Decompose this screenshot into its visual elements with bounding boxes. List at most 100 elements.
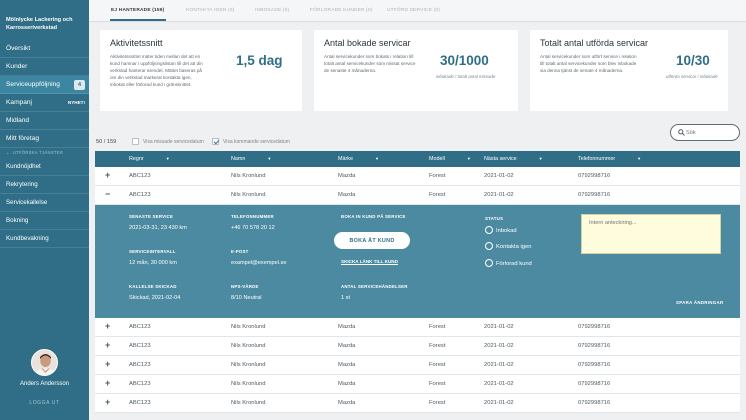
checkbox[interactable] [132,138,139,145]
card-description: Aktivitetssnittet mäter tiden mellan det… [110,54,203,87]
sub-item-rekrytering[interactable]: Rekrytering [0,176,89,194]
column-header[interactable]: Regnr ▼ [129,156,170,162]
table-header: Regnr ▼ Namn ▼ Märke ▼ Modell ▼ Nästa servic… [95,151,740,167]
table-row[interactable]: + ABC123 Nils Kronlund Mazda Forest 2021… [95,337,740,356]
detail-value: +46 70 578 20 12 [231,225,275,231]
table-row[interactable]: + ABC123 Nils Kronlund Mazda Forest 2021… [95,375,740,394]
detail-label: TELEFONNUMMER [231,214,274,219]
detail-label: E-POST [231,249,249,254]
stat-card-booked: Antal bokade servicar Antal servicekunde… [314,30,518,111]
sub-item-kundnojdhet[interactable]: Kundnöjdhet [0,158,89,176]
card-value: 10/30 [676,53,710,68]
radio-circle[interactable] [485,242,493,250]
collapse-icon[interactable]: − [105,189,110,199]
card-value: 1,5 dag [236,53,283,68]
detail-label: SENASTE SERVICE [129,214,174,219]
stat-card-activity: Aktivitetssnitt Aktivitetssnittet mäter … [100,30,302,111]
expand-icon[interactable]: + [105,170,110,180]
detail-value: 12 mån, 30 000 km [129,260,177,266]
active-tab-indicator [110,19,166,21]
detail-label: STATUS [485,216,504,221]
radio-circle[interactable] [485,259,493,267]
sub-item-servicekallelse[interactable]: Servicekallelse [0,194,89,212]
status-radio-inbokad[interactable]: Inbokad [485,226,517,234]
search-input[interactable] [686,127,736,138]
column-header[interactable]: Modell ▼ [429,156,471,162]
send-link-to-customer[interactable]: SKICKA LÄNK TILL KUND [341,259,398,264]
logout-link[interactable]: LOGGA UT [0,400,89,406]
filter-missed[interactable]: Visa missade servicedatum [132,138,204,145]
tab-kontakta-igen[interactable]: KONTAKTA IGEN (0) [186,8,235,13]
card-value: 30/1000 [440,53,489,68]
expand-icon[interactable]: + [105,378,110,388]
column-header[interactable]: Telefonnummer ▼ [578,156,641,162]
detail-label: NPS-VÄRDE [231,284,259,289]
column-header[interactable]: Nästa service ▼ [484,156,543,162]
table-row[interactable]: + ABC123 Nils Kronlund Mazda Forest 2021… [95,318,740,337]
nav-item-oversikt[interactable]: Översikt [0,40,89,58]
sidebar: Mölnlycke Lackering och Karrosseriverkst… [0,0,89,420]
expand-icon[interactable]: + [105,359,110,369]
save-changes-button[interactable]: SPARA ÄNDRINGAR [676,300,723,305]
tab-forlorade-kunder[interactable]: FÖRLORADE KUNDER (0) [310,8,373,13]
detail-label: SERVICEINTERVALL [129,249,176,254]
tab-ej-hanterade[interactable]: EJ HANTERADE (159) [111,8,164,13]
expand-icon[interactable]: + [105,321,110,331]
sub-item-kundbevakning[interactable]: Kundbevakning [0,230,89,248]
column-header[interactable]: Märke ▼ [338,156,379,162]
filter-upcoming[interactable]: Visa kommande servicedatum [212,138,290,145]
column-header[interactable]: Namn ▼ [231,156,271,162]
checkbox-checked[interactable] [212,138,219,145]
card-title: Totalt antal utförda servicar [540,38,649,48]
count-badge: 4 [74,80,85,90]
card-caption: inbokade / totalt antal missade [436,74,496,79]
stat-card-completed: Totalt antal utförda servicar Antal serv… [530,30,728,111]
user-name: Anders Andersson [19,381,70,387]
customer-table: Regnr ▼ Namn ▼ Märke ▼ Modell ▼ Nästa servic… [95,151,740,413]
nav-item-serviceuppfoljning[interactable]: Serviceuppföljning 4 [0,76,89,94]
list-count: 50 / 159 [96,139,117,145]
search-icon [678,129,685,136]
explore-services-section: ⌄ UTFÖRSKA TJÄNSTER Kundnöjdhet Rekryteri… [0,148,89,248]
status-radio-kontakta-igen[interactable]: Kontakta igen [485,242,531,250]
sort-icon: ▼ [637,156,642,161]
sort-icon: ▼ [165,156,170,161]
card-title: Aktivitetssnitt [110,38,163,48]
book-customer-button[interactable]: BOKA ÅT KUND [334,232,410,249]
sub-item-bokning[interactable]: Bokning [0,212,89,230]
tab-inbokade[interactable]: INBOKADE (0) [255,8,289,13]
nav-item-kampanj[interactable]: Kampanj NYHET! [0,94,89,112]
card-caption: utförda servicar / inbokade [666,74,718,79]
detail-label: KALLELSE SKICKAD [129,284,177,289]
detail-label: BOKA IN KUND PÅ SERVICE [341,214,406,219]
detail-value: Skickad, 2021-02-04 [129,295,181,301]
status-tabs: EJ HANTERADE (159) KONTAKTA IGEN (0) INB… [89,0,746,22]
brand-name: Mölnlycke Lackering och Karrosseriverkst… [6,17,73,31]
expand-icon[interactable]: + [105,397,110,407]
sort-icon: ▼ [267,156,272,161]
tab-utford-service[interactable]: UTFÖRD SERVICE (0) [387,8,440,13]
expand-icon[interactable]: + [105,340,110,350]
status-radio-forlorad-kund[interactable]: Förlorad kund [485,259,532,267]
sort-icon: ▼ [538,156,543,161]
detail-value: exampel@exempel.se [231,260,287,266]
nav-item-kunder[interactable]: Kunder [0,58,89,76]
chevron-down-icon: ⌄ [6,150,10,155]
detail-label: ANTAL SERVICEHÄNDELSER [341,284,408,289]
internal-note-input[interactable] [581,214,721,254]
table-row[interactable]: + ABC123 Nils Kronlund Mazda Forest 2021… [95,394,740,413]
nav-item-midland[interactable]: Midland [0,112,89,130]
detail-value: 2021-03-31, 23 430 km [129,225,187,231]
search-box[interactable] [670,124,740,141]
user-photo [32,350,57,375]
table-row[interactable]: + ABC123 Nils Kronlund Mazda Forest 2021… [95,167,740,186]
radio-circle[interactable] [485,226,493,234]
new-tag: NYHET! [67,100,85,105]
table-row-expanded[interactable]: − ABC123 Nils Kronlund Mazda Forest 2021… [95,186,740,205]
table-row[interactable]: + ABC123 Nils Kronlund Mazda Forest 2021… [95,356,740,375]
detail-value: 8/10 Neutral [231,295,262,301]
avatar[interactable] [31,349,58,376]
sort-icon: ▼ [466,156,471,161]
section-header[interactable]: ⌄ UTFÖRSKA TJÄNSTER [0,148,89,158]
nav-item-mitt-foretag[interactable]: Mitt företag [0,130,89,148]
